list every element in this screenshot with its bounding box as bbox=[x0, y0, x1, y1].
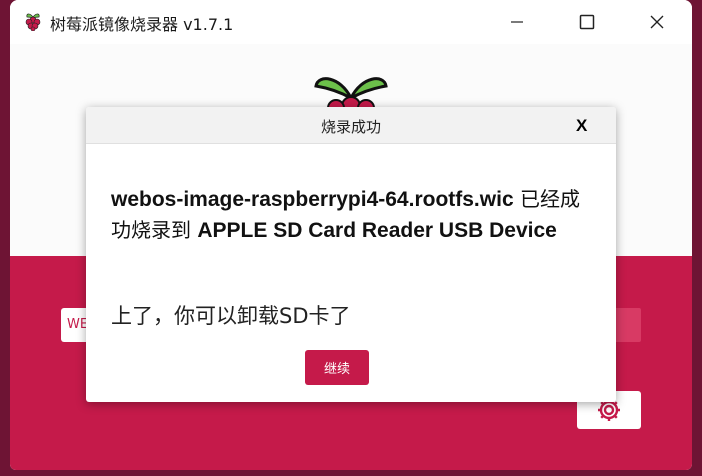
minimize-button[interactable] bbox=[494, 0, 540, 44]
close-button[interactable] bbox=[634, 0, 680, 44]
title-bar[interactable]: 树莓派镜像烧录器 v1.7.1 bbox=[10, 0, 692, 44]
minimize-icon bbox=[511, 21, 523, 23]
window-title: 树莓派镜像烧录器 v1.7.1 bbox=[50, 15, 234, 34]
image-name: webos-image-raspberrypi4-64.rootfs.wic bbox=[111, 188, 514, 211]
dialog-header: 烧录成功 X bbox=[86, 107, 616, 144]
maximize-button[interactable] bbox=[564, 0, 610, 44]
success-dialog: 烧录成功 X webos-image-raspberrypi4-64.rootf… bbox=[86, 107, 616, 402]
continue-button[interactable]: 继续 bbox=[305, 350, 369, 385]
dialog-hint: 上了，你可以卸载SD卡了 bbox=[111, 304, 351, 328]
maximize-icon bbox=[579, 14, 595, 30]
device-name: APPLE SD Card Reader USB Device bbox=[197, 219, 557, 242]
raspberry-logo bbox=[314, 77, 388, 110]
dialog-title: 烧录成功 bbox=[320, 118, 381, 136]
dialog-close-button[interactable]: X bbox=[576, 116, 587, 136]
close-icon bbox=[650, 15, 664, 29]
choose-os-label: WE bbox=[67, 317, 89, 332]
dialog-message: webos-image-raspberrypi4-64.rootfs.wic 已… bbox=[111, 184, 591, 246]
raspberry-icon bbox=[25, 13, 41, 31]
